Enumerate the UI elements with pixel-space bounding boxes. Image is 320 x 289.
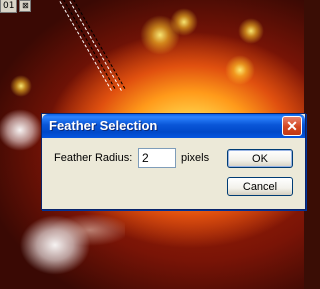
spark-highlight <box>238 18 264 44</box>
cancel-button[interactable]: Cancel <box>227 177 293 196</box>
dialog-title: Feather Selection <box>49 118 158 133</box>
feather-radius-label: Feather Radius: <box>54 152 133 164</box>
document-tab-strip: 01 ⊠ <box>0 0 32 13</box>
spark-highlight <box>170 8 198 36</box>
feather-radius-input[interactable] <box>138 148 176 168</box>
smoke-highlight <box>5 200 125 289</box>
spark-highlight <box>10 75 32 97</box>
unit-label: pixels <box>181 152 210 164</box>
feather-selection-dialog: Feather Selection ✕ Feather Radius: pixe… <box>41 113 306 210</box>
document-tab-number[interactable]: 01 <box>0 0 18 13</box>
ok-button[interactable]: OK <box>227 149 293 168</box>
dialog-titlebar[interactable]: Feather Selection ✕ <box>42 114 305 138</box>
close-icon[interactable]: ✕ <box>282 116 302 136</box>
spark-highlight <box>225 55 255 85</box>
close-icon[interactable]: ⊠ <box>19 0 32 12</box>
